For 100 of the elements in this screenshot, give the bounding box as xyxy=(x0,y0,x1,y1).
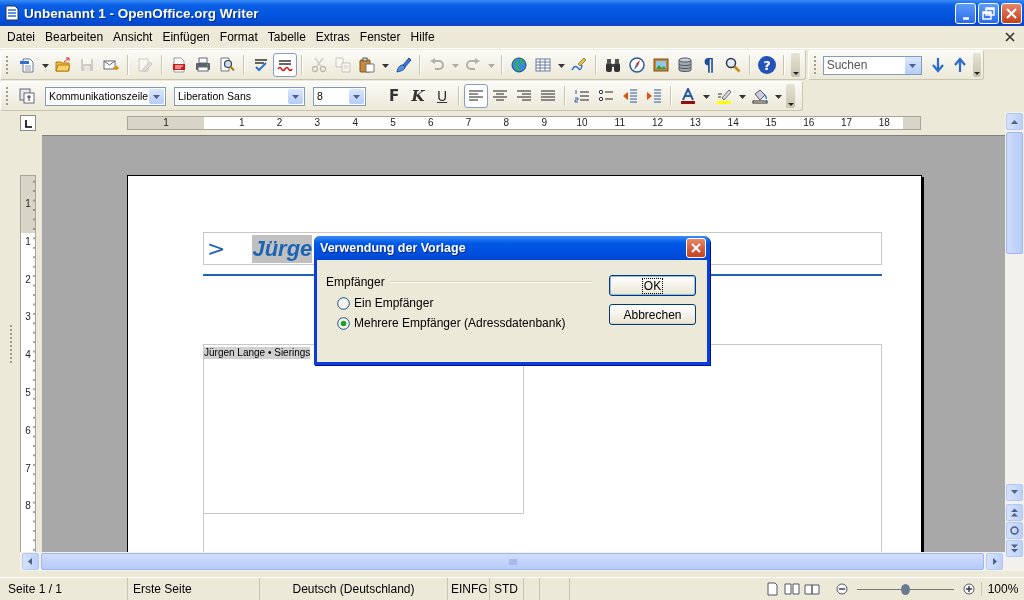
page-style: Erste Seite xyxy=(128,578,260,600)
dialog-button[interactable]: OK xyxy=(609,275,696,296)
toolbar-overflow-button[interactable] xyxy=(786,84,795,108)
decrease-indent-icon xyxy=(622,88,638,104)
edit-document-icon xyxy=(137,57,153,73)
font-name-combobox[interactable]: Liberation Sans xyxy=(174,86,305,106)
toolbar-grip[interactable] xyxy=(813,55,817,75)
language-indicator: Deutsch (Deutschland) xyxy=(260,578,448,600)
minimize-button[interactable] xyxy=(955,2,976,24)
menu-item[interactable]: Bearbeiten xyxy=(40,30,109,44)
caret-icon xyxy=(972,71,981,77)
highlighter-icon xyxy=(716,88,732,104)
slider-thumb[interactable] xyxy=(901,583,910,595)
menu-item[interactable]: Ansicht xyxy=(108,30,158,44)
italic-button[interactable]: K xyxy=(406,84,430,108)
document-icon xyxy=(4,5,20,21)
close-icon xyxy=(1005,6,1018,20)
spellcheck-wavy-icon xyxy=(277,57,293,73)
page-indicator: Seite 1 / 1 xyxy=(0,578,128,600)
zoom-in-icon xyxy=(963,583,975,595)
up-arrow-icon xyxy=(951,57,968,73)
caret-icon xyxy=(791,71,800,77)
close-button[interactable] xyxy=(686,238,706,258)
zoom-level: 100% xyxy=(981,582,1024,596)
align-center-icon xyxy=(492,88,508,104)
zoom-out-icon xyxy=(836,583,848,595)
paint-bucket-icon xyxy=(752,88,768,104)
new-document-icon xyxy=(19,57,35,73)
sender-name: Jürge xyxy=(252,234,313,263)
increase-indent-icon xyxy=(646,88,662,104)
selection-mode: STD xyxy=(490,578,524,600)
close-icon xyxy=(690,242,702,254)
printer-icon xyxy=(195,57,211,73)
scroll-up-button[interactable] xyxy=(1006,113,1023,130)
scroll-down-button[interactable] xyxy=(1006,484,1023,501)
dialog-title: Verwendung der Vorlage xyxy=(320,241,467,255)
font-size-combobox[interactable]: 8 xyxy=(313,86,366,106)
close-button[interactable] xyxy=(1001,2,1022,24)
autospell-button[interactable] xyxy=(273,53,297,77)
toolbar-overflow-button[interactable] xyxy=(791,53,800,77)
toolbar-grip[interactable] xyxy=(5,86,9,106)
pilcrow-button[interactable]: ¶ xyxy=(697,53,721,77)
two-page-view-icon xyxy=(784,582,800,596)
radio-button[interactable] xyxy=(337,316,350,330)
binoculars-icon xyxy=(605,57,621,73)
up-arrow-icon xyxy=(1010,117,1019,126)
book-view-icon xyxy=(804,582,820,596)
grip-icon xyxy=(508,557,517,566)
align-left-button[interactable] xyxy=(464,84,488,108)
scrollbar-thumb[interactable] xyxy=(41,553,984,570)
menu-item[interactable]: Datei xyxy=(2,30,40,44)
align-right-icon xyxy=(516,88,532,104)
tab-stop-button[interactable] xyxy=(20,115,36,131)
restore-icon xyxy=(982,6,995,20)
magnifier-icon xyxy=(725,57,741,73)
bulleted-list-icon xyxy=(598,88,614,104)
bold-button[interactable]: F xyxy=(382,84,406,108)
navigation-button[interactable] xyxy=(1006,522,1023,539)
pdf-document-icon xyxy=(171,57,187,73)
scroll-right-button[interactable] xyxy=(986,553,1003,570)
double-up-arrow-icon xyxy=(1010,508,1019,517)
restore-button[interactable] xyxy=(978,2,999,24)
radio-button[interactable] xyxy=(337,296,350,310)
menu-item[interactable]: Format xyxy=(214,30,263,44)
print-preview-icon xyxy=(219,57,235,73)
down-arrow-icon xyxy=(929,57,946,73)
menu-item[interactable]: Tabelle xyxy=(262,30,311,44)
table-icon xyxy=(535,57,551,73)
panel-grip[interactable] xyxy=(9,323,13,364)
copy-icon xyxy=(335,57,351,73)
menu-item[interactable]: Einfügen xyxy=(157,30,215,44)
align-left-icon xyxy=(468,88,484,104)
clipboard-icon xyxy=(359,57,375,73)
previous-page-button[interactable] xyxy=(1006,504,1023,521)
dialog-button[interactable]: Abbrechen xyxy=(609,304,696,325)
spellcheck-icon xyxy=(253,57,269,73)
scrollbar-thumb[interactable] xyxy=(1006,132,1023,254)
left-arrow-icon xyxy=(26,557,35,566)
envelope-icon xyxy=(103,57,119,73)
header-marker: > xyxy=(207,236,226,261)
next-page-button[interactable] xyxy=(1006,540,1023,557)
pencil-icon xyxy=(571,57,587,73)
scroll-left-button[interactable] xyxy=(22,553,39,570)
paragraph-style-combobox[interactable]: Kommunikationszeile xyxy=(45,86,166,106)
single-page-view-icon xyxy=(764,582,780,596)
underline-button[interactable]: U xyxy=(430,84,454,108)
undo-icon xyxy=(429,57,445,73)
toolbar-grip[interactable] xyxy=(5,55,9,75)
insert-mode: EINFG xyxy=(448,578,490,600)
paintbrush-icon xyxy=(395,57,411,73)
minimize-icon xyxy=(962,16,969,20)
close-icon xyxy=(1004,31,1016,43)
toolbar-overflow-button[interactable] xyxy=(972,53,981,77)
redo-icon xyxy=(465,57,481,73)
menu-item[interactable]: Hilfe xyxy=(405,30,440,44)
menu-item[interactable]: Fenster xyxy=(354,30,406,44)
right-arrow-icon xyxy=(990,557,999,566)
menu-item[interactable]: Extras xyxy=(310,30,355,44)
radio-label: Ein Empfänger xyxy=(354,296,434,310)
tab-stop-icon xyxy=(23,118,33,128)
